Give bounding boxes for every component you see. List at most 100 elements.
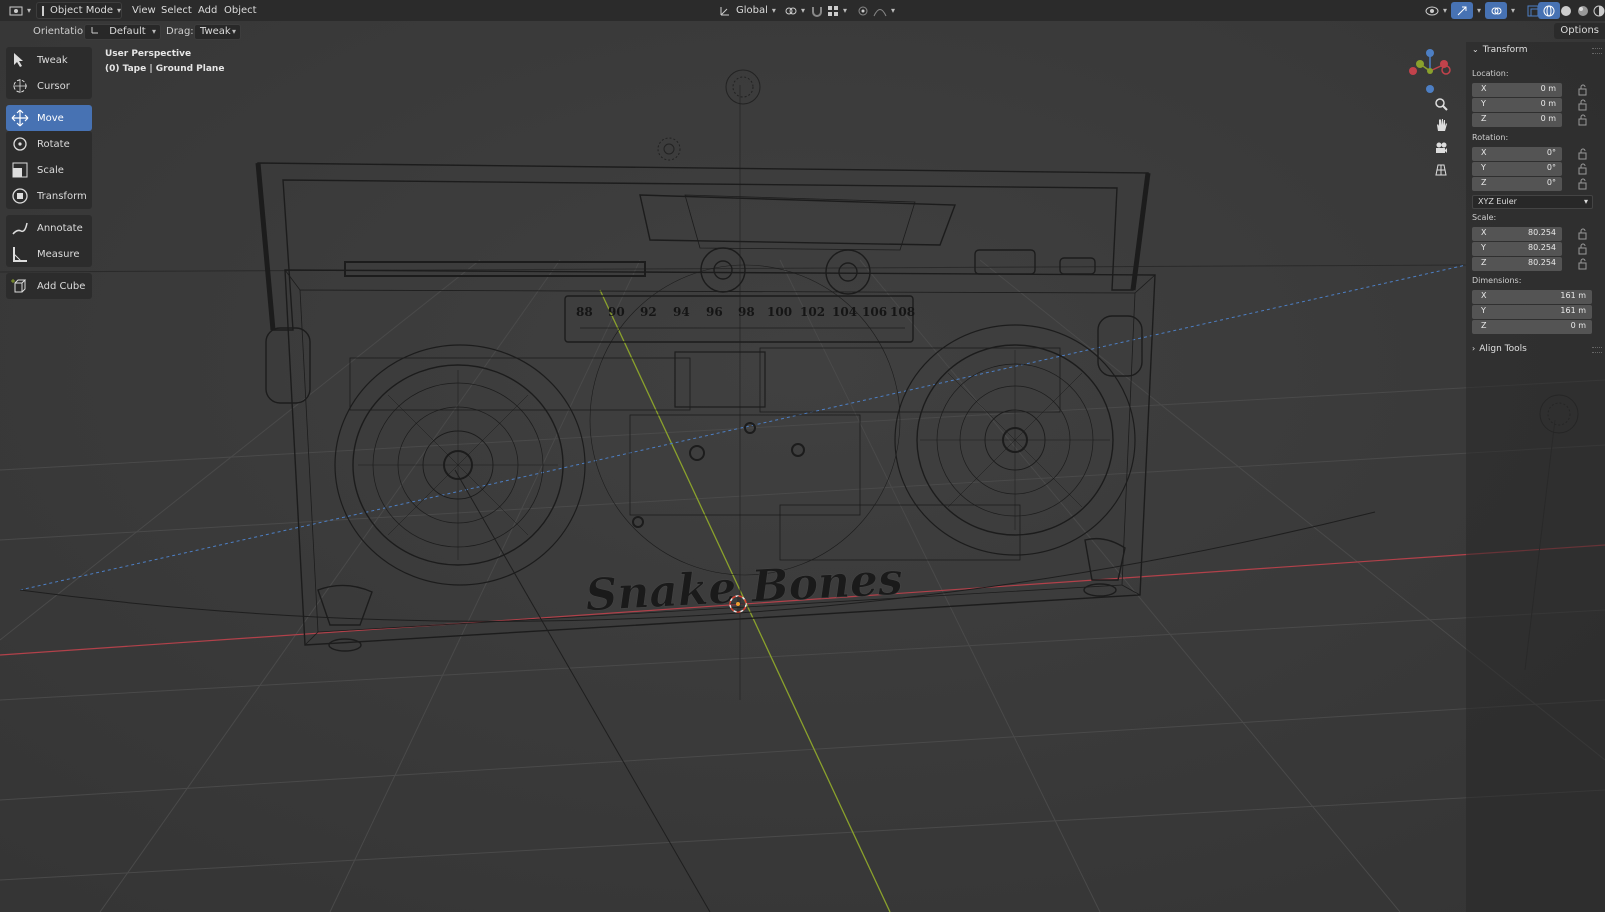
chevron-down-icon: ▾ [891, 6, 896, 15]
gizmo-icon [1457, 6, 1467, 15]
rotation-z-field[interactable]: Z 0° [1472, 177, 1562, 191]
menu-select[interactable]: Select [157, 3, 196, 18]
transform-icon [12, 188, 28, 204]
tool-measure[interactable]: Measure [6, 241, 92, 267]
tool-label: Move [37, 112, 64, 124]
wireframe-sphere-icon [1543, 5, 1555, 16]
add-cube-icon [11, 279, 27, 293]
rotation-y-field[interactable]: Y 0° [1472, 162, 1562, 176]
perspective-toggle-button[interactable] [1431, 160, 1451, 180]
transform-orientation-dropdown[interactable]: Global ▾ [714, 2, 781, 19]
dimensions-y-field[interactable]: Y 161 m [1472, 305, 1592, 319]
tool-rotate[interactable]: Rotate [6, 131, 92, 157]
drag-setting-label: Drag: [166, 26, 194, 37]
dial-number: 100 [767, 305, 792, 319]
tool-label: Tweak [37, 54, 68, 66]
tool-scale[interactable]: Scale [6, 157, 92, 183]
pan-button[interactable] [1431, 115, 1451, 135]
scale-z-field[interactable]: Z 80.254 [1472, 257, 1562, 271]
drag-dropdown[interactable]: Tweak ▾ [194, 24, 241, 40]
tool-label: Rotate [37, 138, 70, 150]
camera-view-button[interactable] [1431, 138, 1451, 158]
editor-type-icon [9, 6, 23, 15]
options-button[interactable]: Options [1554, 23, 1605, 39]
tool-tweak[interactable]: Tweak [6, 47, 92, 73]
falloff-dropdown[interactable]: ▾ [868, 2, 900, 19]
view-perspective-label: User Perspective [105, 49, 192, 59]
location-y-field[interactable]: Y0 m [1472, 98, 1562, 112]
location-z-field[interactable]: Z0 m [1472, 113, 1562, 127]
dial-number: 106 [862, 305, 887, 319]
location-label: Location: [1472, 69, 1509, 78]
align-tools-panel-header[interactable]: › Align Tools [1472, 344, 1527, 354]
chevron-down-icon: ▾ [801, 6, 806, 15]
dimensions-z-field[interactable]: Z0 m [1472, 320, 1592, 334]
annotate-icon [12, 222, 28, 235]
lock-icon[interactable] [1577, 163, 1589, 175]
lock-icon[interactable] [1577, 258, 1589, 270]
tool-label: Scale [37, 164, 64, 176]
lock-icon[interactable] [1577, 84, 1589, 96]
rotate-icon [13, 137, 27, 151]
overlays-dropdown[interactable]: ▾ [1502, 2, 1520, 19]
editor-type-button[interactable]: ▾ [4, 2, 36, 19]
viewport-canvas: 88 90 92 94 96 98 100 102 104 106 108 Sn… [0, 0, 1605, 912]
rotation-mode-dropdown[interactable]: XYZ Euler ▾ [1472, 195, 1593, 209]
chevron-down-icon: ▾ [117, 6, 122, 15]
zoom-button[interactable] [1431, 94, 1451, 114]
chevron-down-icon: ⌄ [1472, 45, 1479, 54]
snap-target-dropdown[interactable]: ▾ [822, 2, 852, 19]
tool-label: Measure [37, 248, 80, 260]
dial-number: 92 [640, 305, 657, 319]
chevron-down-icon: ▾ [1443, 6, 1448, 15]
tool-transform[interactable]: Transform [6, 183, 92, 209]
sidebar-n-panel: ⌄ Transform Location: X0 m Y0 m Z0 m Rota… [1466, 42, 1605, 912]
3d-viewport[interactable]: 88 90 92 94 96 98 100 102 104 106 108 Sn… [0, 0, 1605, 912]
menu-view[interactable]: View [128, 3, 160, 18]
tool-move[interactable]: Move [6, 105, 92, 131]
cursor-icon [13, 79, 27, 93]
solid-sphere-icon [1561, 5, 1571, 16]
falloff-curve-icon [873, 8, 887, 16]
shading-rendered-button[interactable] [1588, 2, 1605, 19]
dial-number: 88 [576, 305, 593, 319]
snap-grid-icon [828, 5, 838, 16]
global-orientation-icon [720, 6, 729, 15]
scale-label: Scale: [1472, 213, 1497, 222]
chevron-right-icon: › [1472, 344, 1476, 353]
menu-add[interactable]: Add [194, 3, 221, 18]
tool-cursor[interactable]: Cursor [6, 73, 92, 99]
tool-label: Transform [37, 190, 87, 202]
rendered-sphere-icon [1593, 5, 1605, 16]
drag-handle-icon[interactable] [1592, 347, 1602, 353]
lock-icon[interactable] [1577, 99, 1589, 111]
scale-y-field[interactable]: Y 80.254 [1472, 242, 1562, 256]
gizmo-dropdown[interactable]: ▾ [1468, 2, 1486, 19]
hand-icon [1437, 119, 1447, 131]
visibility-dropdown[interactable]: ▾ [1420, 2, 1452, 19]
mode-dropdown[interactable]: Object Mode ▾ [36, 2, 122, 19]
orientation-dropdown[interactable]: Default ▾ [84, 24, 161, 40]
chevron-down-icon: ▾ [843, 6, 848, 15]
lock-icon[interactable] [1577, 114, 1589, 126]
drag-handle-icon[interactable] [1592, 48, 1602, 54]
dial-number: 104 [832, 305, 857, 319]
scale-x-field[interactable]: X 80.254 [1472, 227, 1562, 241]
rotation-x-field[interactable]: X 0° [1472, 147, 1562, 161]
3d-cursor-icon[interactable] [729, 595, 747, 613]
menu-object[interactable]: Object [220, 3, 261, 18]
lock-icon[interactable] [1577, 228, 1589, 240]
tool-annotate[interactable]: Annotate [6, 215, 92, 241]
eye-icon [1425, 6, 1439, 15]
location-x-field[interactable]: X0 m [1472, 83, 1562, 97]
tool-add-cube[interactable]: Add Cube [6, 273, 92, 299]
lock-icon[interactable] [1577, 148, 1589, 160]
transform-panel-header[interactable]: ⌄ Transform [1472, 45, 1527, 55]
overlays-icon [1491, 7, 1502, 14]
grid-perspective-icon [1435, 164, 1447, 176]
dimensions-x-field[interactable]: X 161 m [1472, 290, 1592, 304]
lock-icon[interactable] [1577, 243, 1589, 255]
lock-icon[interactable] [1577, 178, 1589, 190]
dial-number: 90 [608, 305, 625, 319]
zoom-icon [1435, 98, 1448, 111]
